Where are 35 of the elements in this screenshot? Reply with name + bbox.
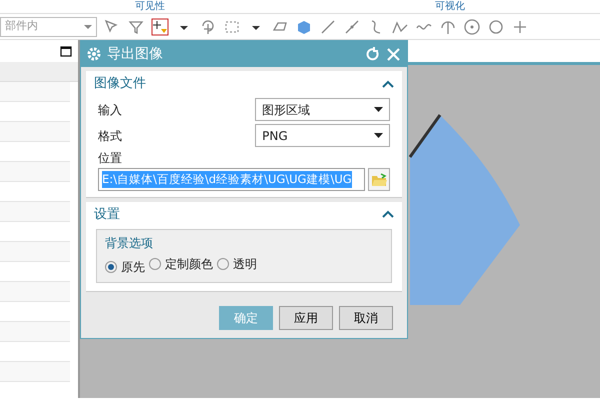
dropdown-value: PNG [262, 128, 288, 144]
crosshair-filter-icon[interactable] [151, 18, 169, 36]
field-label: 格式 [98, 128, 123, 144]
section-title[interactable]: 图像文件 [94, 74, 146, 94]
radio-option[interactable]: 定制颜色 [149, 255, 213, 273]
chevron-up-icon[interactable] [382, 78, 394, 89]
dropdown-value: 图形区域 [262, 102, 310, 118]
folder-icon [370, 172, 388, 187]
dropdown[interactable]: 图形区域 [255, 98, 390, 121]
dialog-title: 导出图像 [107, 44, 164, 64]
field-label: 位置 [98, 150, 122, 166]
caret-icon [84, 24, 92, 28]
chevron-up-icon[interactable] [382, 209, 394, 220]
caret-icon [374, 107, 383, 112]
line-icon[interactable] [319, 18, 337, 36]
line-icon[interactable] [343, 18, 361, 36]
settings-icon [87, 47, 101, 61]
radio-option[interactable]: 透明 [217, 255, 257, 273]
field-label: 输入 [98, 102, 123, 118]
dialog-button[interactable]: 取消 [339, 306, 393, 330]
group-title: 背景选项 [105, 235, 154, 252]
dropdown[interactable]: PNG [255, 124, 390, 147]
browse-button[interactable] [368, 168, 390, 191]
ribbon-group-label: 可视化 [434, 0, 466, 13]
reset-icon[interactable] [366, 47, 380, 61]
dialog-button[interactable]: 应用 [279, 306, 333, 330]
caret-icon [374, 133, 383, 138]
maximize-icon[interactable] [60, 46, 72, 56]
placeholder-text: 部件内 [5, 18, 38, 34]
circle-icon[interactable] [487, 18, 505, 36]
circle-icon[interactable] [463, 18, 481, 36]
radio-option[interactable]: 原先 [105, 258, 145, 276]
close-icon[interactable] [386, 46, 401, 62]
ribbon-group-label: 可见性 [134, 0, 166, 13]
section-title[interactable]: 设置 [94, 204, 120, 224]
